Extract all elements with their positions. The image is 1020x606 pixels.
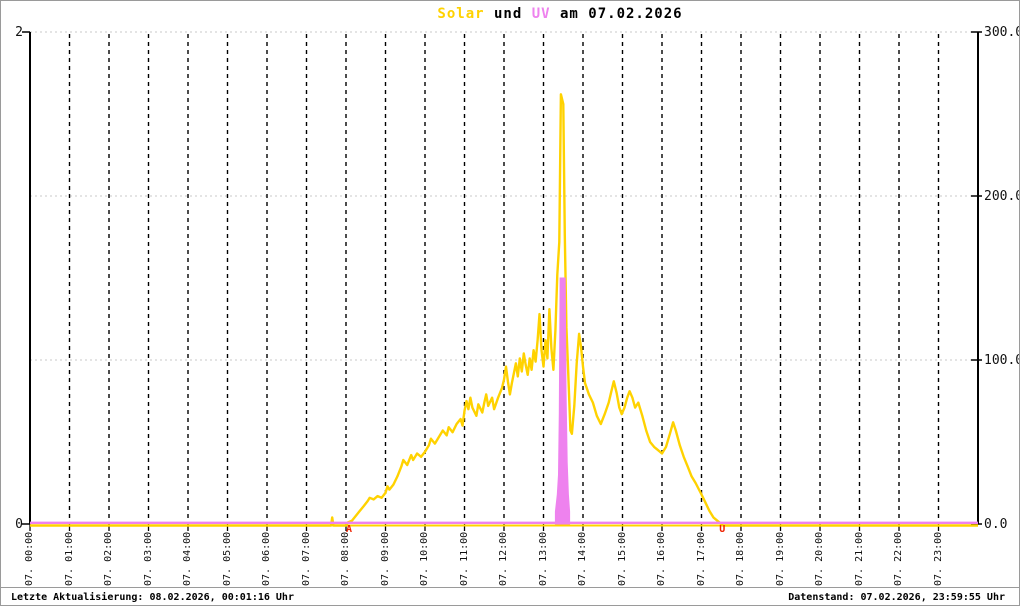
x-axis-tick-label: 07. 03:00 [142,531,154,586]
x-axis-tick-label: 07. 10:00 [419,531,430,586]
right-axis-label-300: 300.0 [984,25,1020,40]
x-axis-tick-label: 07. 16:00 [656,531,667,586]
x-axis-tick-label: 07. 02:00 [103,531,114,586]
x-axis-tick-label: 07. 01:00 [63,531,75,586]
last-update-text: Letzte Aktualisierung: 08.02.2026, 00:01… [11,592,294,603]
x-axis-tick-label: 07. 23:00 [932,531,944,586]
data-timestamp-text: Datenstand: 07.02.2026, 23:59:55 Uhr [788,592,1005,603]
x-axis-tick-label: 07. 11:00 [458,531,470,586]
x-axis-tick-label: 07. 04:00 [182,531,193,586]
x-axis-tick-label: 07. 14:00 [577,531,588,586]
x-axis-tick-label: 07. 00:00 [24,531,35,586]
x-axis-tick-label: 07. 06:00 [261,531,272,586]
sunrise-marker: A [345,524,352,535]
x-axis-tick-label: 07. 07:00 [300,531,312,586]
x-axis-tick-label: 07. 09:00 [379,531,391,586]
left-axis-max-label: 2 [15,25,23,40]
x-axis-tick-label: 07. 12:00 [498,531,509,586]
solar-uv-chart-page: Solar und UV am 07.02.2026 2 0 300.0 200… [0,0,1020,606]
x-axis-tick-label: 07. 19:00 [774,531,786,586]
plot-area [22,31,982,531]
status-bar: Letzte Aktualisierung: 08.02.2026, 00:01… [1,587,1019,605]
x-axis-tick-label: 07. 20:00 [814,531,825,586]
right-axis-label-100: 100.0 [984,353,1020,368]
x-axis-tick-label: 07. 22:00 [893,531,904,586]
sunset-marker: U [719,524,726,535]
x-axis-tick-label: 07. 21:00 [853,531,865,586]
left-axis-min-label: 0 [15,517,23,532]
x-axis-tick-label: 07. 13:00 [537,531,549,586]
x-axis-tick-label: 07. 18:00 [735,531,746,586]
x-axis-tick-label: 07. 15:00 [616,531,628,586]
x-axis-tick-label: 07. 17:00 [695,531,707,586]
x-axis-tick-label: 07. 05:00 [221,531,233,586]
right-axis-label-200: 200.0 [984,189,1020,204]
x-axis-tick-label: 07. 08:00 [340,531,351,586]
right-axis-label-0: 0.0 [984,517,1008,532]
